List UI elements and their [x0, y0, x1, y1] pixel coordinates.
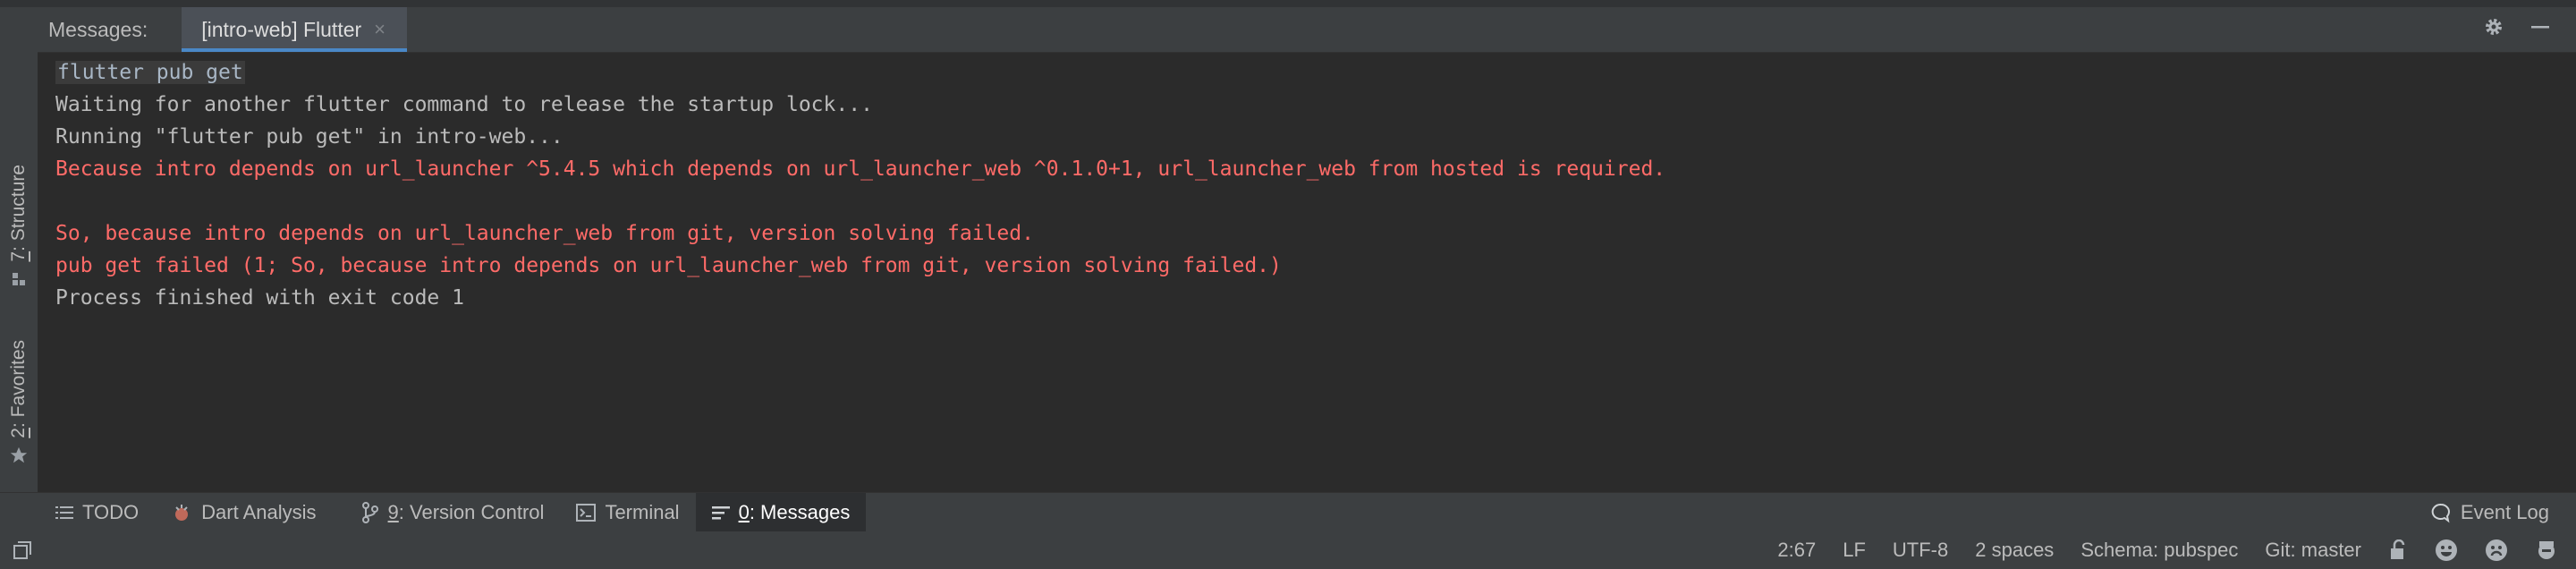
- structure-tab-label: 7: Structure: [8, 165, 29, 262]
- terminal-icon: [576, 504, 597, 522]
- hector-icon[interactable]: [2535, 539, 2558, 562]
- terminal-label: Terminal: [605, 501, 680, 523]
- status-bar: 2:67 LF UTF-8 2 spaces Schema: pubspec G…: [0, 531, 2576, 569]
- console-error-line: pub get failed (1; So, because intro dep…: [55, 254, 1282, 277]
- console-output[interactable]: flutter pub get Waiting for another flut…: [38, 53, 2576, 492]
- minimize-icon[interactable]: [2529, 16, 2551, 43]
- tool-windows-icon[interactable]: [13, 540, 32, 560]
- left-tool-strip: 7: Structure 2: Favorites: [0, 7, 38, 531]
- version-control-label: 9: Version Control: [387, 501, 545, 523]
- terminal-tool-button[interactable]: Terminal: [560, 493, 695, 532]
- header-actions: [2483, 16, 2551, 43]
- status-right: 2:67 LF UTF-8 2 spaces Schema: pubspec G…: [1777, 539, 2558, 562]
- smiley-icon[interactable]: [2435, 539, 2458, 562]
- event-log-icon: [2430, 502, 2452, 523]
- console-line: Running "flutter pub get" in intro-web..…: [55, 125, 564, 149]
- status-left: [13, 540, 32, 560]
- version-control-tool-button[interactable]: 9: Version Control: [345, 493, 561, 532]
- list-icon: [55, 505, 73, 521]
- structure-tool-tab[interactable]: 7: Structure: [0, 165, 38, 289]
- tool-window-bar: TODO Dart Analysis 9: Version Control Te…: [0, 492, 2576, 533]
- messages-tool-button[interactable]: 0: Messages: [695, 493, 867, 532]
- schema-selector[interactable]: Schema: pubspec: [2080, 539, 2238, 562]
- todo-tool-button[interactable]: TODO: [0, 493, 155, 532]
- line-separator[interactable]: LF: [1843, 539, 1866, 562]
- console-error-line: So, because intro depends on url_launche…: [55, 222, 1034, 245]
- dart-analysis-label: Dart Analysis: [201, 501, 317, 523]
- favorites-tool-tab[interactable]: 2: Favorites: [0, 340, 38, 465]
- lock-icon[interactable]: [2388, 539, 2408, 561]
- file-encoding[interactable]: UTF-8: [1893, 539, 1948, 562]
- structure-icon: [9, 269, 29, 289]
- todo-label: TODO: [82, 501, 140, 523]
- favorites-tab-label: 2: Favorites: [8, 340, 29, 438]
- dart-analysis-icon: [171, 502, 192, 523]
- indent-setting[interactable]: 2 spaces: [1975, 539, 2054, 562]
- caret-position[interactable]: 2:67: [1777, 539, 1816, 562]
- tab-intro-web-flutter[interactable]: [intro-web] Flutter ×: [182, 7, 408, 52]
- console-line: Waiting for another flutter command to r…: [55, 93, 873, 116]
- console-line: flutter pub get: [55, 61, 245, 84]
- star-icon: [9, 446, 29, 465]
- branch-icon: [361, 502, 379, 523]
- messages-label: Messages:: [48, 17, 148, 41]
- event-log-tool-button[interactable]: Event Log: [2414, 493, 2565, 532]
- messages-label-bottom: 0: Messages: [738, 501, 851, 523]
- console-line: Process finished with exit code 1: [55, 286, 464, 310]
- close-icon[interactable]: ×: [374, 18, 386, 41]
- messages-icon: [711, 505, 730, 521]
- event-log-label: Event Log: [2460, 501, 2549, 523]
- messages-header: Messages: [intro-web] Flutter ×: [38, 7, 2576, 53]
- gear-icon[interactable]: [2483, 16, 2504, 43]
- tab-label: [intro-web] Flutter: [201, 17, 362, 41]
- git-branch[interactable]: Git: master: [2265, 539, 2361, 562]
- dart-analysis-tool-button[interactable]: Dart Analysis: [155, 493, 332, 532]
- console-error-line: Because intro depends on url_launcher ^5…: [55, 157, 1666, 181]
- sad-face-icon[interactable]: [2485, 539, 2508, 562]
